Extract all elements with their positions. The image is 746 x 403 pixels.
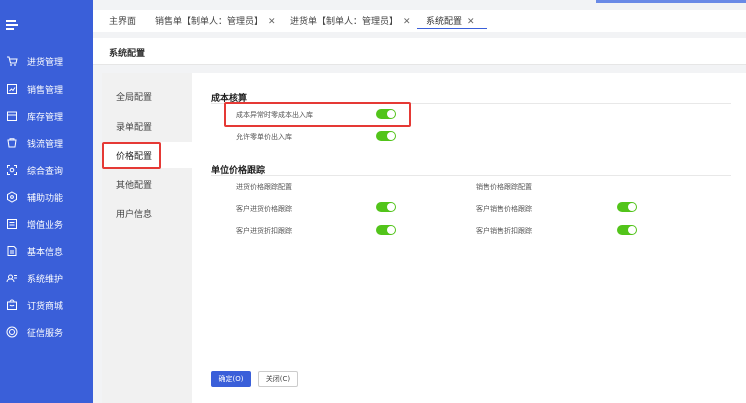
sidebar-item-label: 销售管理 <box>27 85 64 96</box>
setting-label: 客户进货折扣跟踪 <box>236 227 292 235</box>
top-accent-bar <box>596 0 746 3</box>
config-panel <box>102 73 746 403</box>
sidebar-item-label: 库存管理 <box>27 112 64 123</box>
setting-label: 客户销售折扣跟踪 <box>476 227 532 235</box>
sidebar-item-info[interactable]: 基本信息 <box>0 239 93 263</box>
page-title: 系统配置 <box>109 49 146 59</box>
cart-icon <box>6 55 18 67</box>
menu-item-global[interactable]: 全局配置 <box>102 83 192 109</box>
inventory-icon <box>6 110 18 122</box>
confirm-button[interactable]: 确定(O) <box>211 371 251 387</box>
tab-system-config[interactable]: 系统配置 ✕ <box>426 14 475 27</box>
setting-label: 允许零单价出入库 <box>236 133 292 141</box>
credit-icon <box>6 326 18 338</box>
close-button[interactable]: 关闭(C) <box>258 371 298 387</box>
active-tab-indicator <box>417 28 487 29</box>
tab-label: 销售单【制单人：管理员】 <box>155 17 264 27</box>
close-icon[interactable]: ✕ <box>403 17 411 27</box>
highlight-box <box>224 102 411 127</box>
sidebar-item-label: 增值业务 <box>27 220 64 231</box>
info-icon <box>6 245 18 257</box>
sidebar-item-label: 辅助功能 <box>27 193 64 204</box>
setting-label: 客户销售价格跟踪 <box>476 205 532 213</box>
money-icon <box>6 137 18 149</box>
sidebar-item-query[interactable]: 综合查询 <box>0 158 93 182</box>
menu-item-other[interactable]: 其他配置 <box>102 171 192 197</box>
menu-toggle-icon[interactable] <box>6 20 18 32</box>
sidebar-item-assist[interactable]: 辅助功能 <box>0 185 93 209</box>
toggle-sales-price-tracking[interactable] <box>617 202 637 212</box>
tab-home[interactable]: 主界面 <box>109 14 136 27</box>
menu-item-label: 用户信息 <box>116 209 153 220</box>
divider <box>211 175 731 176</box>
divider <box>93 64 746 65</box>
sidebar-item-value-added[interactable]: 增值业务 <box>0 212 93 236</box>
sidebar-item-label: 系统维护 <box>27 274 64 285</box>
toggle-purchase-discount-tracking[interactable] <box>376 225 396 235</box>
tab-sales-order[interactable]: 销售单【制单人：管理员】 ✕ <box>155 14 276 27</box>
close-icon[interactable]: ✕ <box>268 17 276 27</box>
setting-label: 客户进货价格跟踪 <box>236 205 292 213</box>
sidebar-item-label: 钱流管理 <box>27 139 64 150</box>
menu-item-label: 录单配置 <box>116 122 153 133</box>
sales-icon <box>6 83 18 95</box>
highlight-box <box>102 142 161 169</box>
menu-item-label: 其他配置 <box>116 180 153 191</box>
sidebar-item-sales[interactable]: 销售管理 <box>0 77 93 101</box>
toggle-purchase-price-tracking[interactable] <box>376 202 396 212</box>
tab-purchase-order[interactable]: 进货单【制单人：管理员】 ✕ <box>290 14 411 27</box>
toggle-allow-zero-price[interactable] <box>376 131 396 141</box>
value-added-icon <box>6 218 18 230</box>
tab-label: 系统配置 <box>426 17 463 27</box>
menu-item-label: 全局配置 <box>116 92 153 103</box>
sidebar-item-inventory[interactable]: 库存管理 <box>0 104 93 128</box>
menu-item-user[interactable]: 用户信息 <box>102 200 192 226</box>
maintenance-icon <box>6 272 18 284</box>
tab-label: 进货单【制单人：管理员】 <box>290 17 399 27</box>
group-header-sales: 销售价格跟踪配置 <box>476 183 532 191</box>
sidebar-item-mall[interactable]: 订货商城 <box>0 293 93 317</box>
toggle-sales-discount-tracking[interactable] <box>617 225 637 235</box>
sidebar-item-money[interactable]: 钱流管理 <box>0 131 93 155</box>
mall-icon <box>6 299 18 311</box>
group-header-purchase: 进货价格跟踪配置 <box>236 183 292 191</box>
query-icon <box>6 164 18 176</box>
page-header: 系统配置 <box>93 38 746 65</box>
sidebar-item-label: 综合查询 <box>27 166 64 177</box>
close-icon[interactable]: ✕ <box>467 17 475 27</box>
sidebar-item-label: 征信服务 <box>27 328 64 339</box>
sidebar-item-purchase[interactable]: 进货管理 <box>0 49 93 73</box>
menu-item-entry[interactable]: 录单配置 <box>102 113 192 139</box>
sidebar-item-maintenance[interactable]: 系统维护 <box>0 266 93 290</box>
sidebar-item-label: 进货管理 <box>27 57 64 68</box>
sidebar-item-label: 订货商城 <box>27 301 64 312</box>
assist-icon <box>6 191 18 203</box>
sidebar-item-credit[interactable]: 征信服务 <box>0 320 93 344</box>
sidebar-item-label: 基本信息 <box>27 247 64 258</box>
tab-label: 主界面 <box>109 17 137 27</box>
